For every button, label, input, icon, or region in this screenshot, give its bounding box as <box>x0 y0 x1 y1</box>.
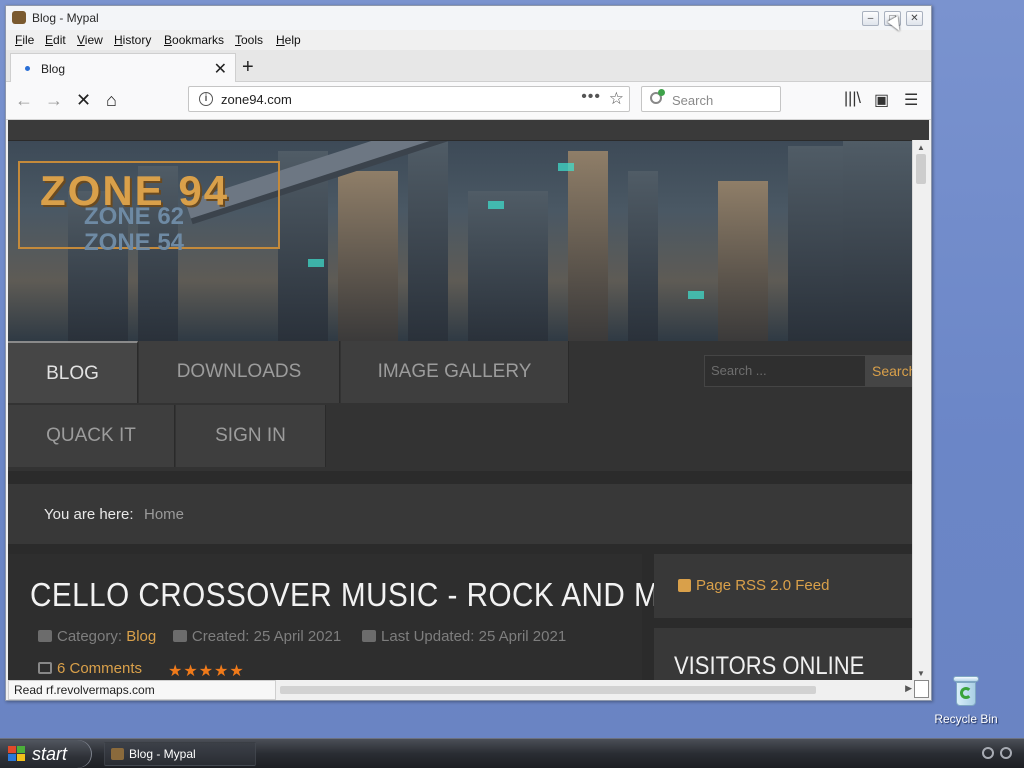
menu-icon[interactable]: ☰ <box>904 90 918 110</box>
search-bar[interactable]: Search <box>641 86 781 112</box>
menu-help[interactable]: Help <box>276 33 301 47</box>
folder-icon <box>38 630 52 642</box>
hscroll-thumb[interactable] <box>280 686 816 694</box>
forward-icon[interactable]: → <box>45 90 63 111</box>
recycle-bin-label: Recycle Bin <box>934 712 998 726</box>
site-search-input[interactable]: Search ... <box>704 355 866 387</box>
menu-bar: File Edit View History Bookmarks Tools H… <box>6 30 931 50</box>
resize-corner <box>914 680 929 698</box>
network-icon[interactable] <box>982 747 994 759</box>
category-label: Category: <box>57 628 123 645</box>
title-bar: Blog - Mypal – □ ✕ <box>6 6 931 30</box>
sidebar-icon[interactable]: ▣ <box>874 90 889 110</box>
back-icon[interactable]: ← <box>15 90 33 111</box>
new-tab-icon[interactable]: + <box>242 56 254 79</box>
url-text[interactable]: zone94.com <box>221 92 292 107</box>
library-icon[interactable]: |||\ <box>844 90 861 108</box>
scroll-down-icon[interactable]: ▼ <box>917 669 925 678</box>
breadcrumb: You are here: Home <box>8 484 912 544</box>
windows-flag-icon <box>8 746 26 762</box>
rss-link[interactable]: Page RSS 2.0 Feed <box>696 577 829 594</box>
updated-date: Last Updated: 25 April 2021 <box>381 628 567 645</box>
page-viewport: ZONE 94 ZONE 62 ZONE 54 BLOG DOWNLOADS I… <box>8 120 929 680</box>
article-meta: Category: Blog Created: 25 April 2021 La… <box>38 628 566 645</box>
header-banner: ZONE 94 ZONE 62 ZONE 54 <box>8 141 912 341</box>
nav-blog[interactable]: BLOG <box>8 341 138 403</box>
calendar-updated-icon <box>362 630 377 642</box>
menu-tools[interactable]: Tools <box>235 33 263 47</box>
navigation-toolbar: ← → ✕ ⌂ i zone94.com ••• ☆ Search |||\ ▣… <box>6 82 931 120</box>
tab-strip: Blog ✕ + <box>6 50 931 82</box>
taskbar-item-mypal[interactable]: Blog - Mypal <box>104 742 256 766</box>
article: CELLO CROSSOVER MUSIC - ROCK AND METAL C… <box>8 554 733 680</box>
menu-file[interactable]: File <box>15 33 34 47</box>
created-date: Created: 25 April 2021 <box>191 628 342 645</box>
info-icon[interactable]: i <box>199 92 213 106</box>
recycle-bin[interactable]: Recycle Bin <box>932 674 1000 726</box>
menu-bookmarks[interactable]: Bookmarks <box>164 33 224 47</box>
tab-blog[interactable]: Blog ✕ <box>10 53 236 82</box>
breadcrumb-label: You are here: <box>44 506 134 523</box>
nav-downloads[interactable]: DOWNLOADS <box>139 341 340 403</box>
minimize-button[interactable]: – <box>862 11 879 26</box>
search-placeholder: Search <box>672 93 714 108</box>
search-engine-icon <box>658 89 665 96</box>
menu-view[interactable]: View <box>77 33 103 47</box>
horizontal-scrollbar[interactable]: ▶ <box>276 683 914 697</box>
nav-sign-in[interactable]: SIGN IN <box>176 405 326 467</box>
logo-sub-54: ZONE 54 <box>84 229 185 256</box>
taskbar: start Blog - Mypal <box>0 738 1024 768</box>
visitors-heading: VISITORS ONLINE <box>674 652 865 680</box>
url-bar[interactable]: i zone94.com ••• ☆ <box>188 86 630 112</box>
site-search-button[interactable]: Search <box>866 355 916 387</box>
category-link[interactable]: Blog <box>126 628 156 645</box>
browser-window: Blog - Mypal – □ ✕ File Edit View Histor… <box>5 5 932 701</box>
window-title: Blog - Mypal <box>32 11 99 25</box>
start-label: start <box>32 744 68 764</box>
home-icon[interactable]: ⌂ <box>106 90 117 111</box>
rating-stars[interactable]: ★★★★★ <box>168 661 245 680</box>
breadcrumb-home[interactable]: Home <box>144 506 184 523</box>
mypal-icon <box>12 11 26 24</box>
recycle-bin-icon[interactable] <box>951 674 981 708</box>
nav-quack-it[interactable]: QUACK IT <box>8 405 175 467</box>
loading-indicator-icon <box>25 66 30 71</box>
rss-module: Page RSS 2.0 Feed <box>654 554 912 618</box>
vertical-scrollbar[interactable]: ▲ ▼ <box>912 140 929 680</box>
logo-sub-62: ZONE 62 <box>84 203 185 230</box>
menu-history[interactable]: History <box>114 33 151 47</box>
start-button[interactable]: start <box>0 740 92 768</box>
status-bar: Read rf.revolvermaps.com ▶ <box>8 680 929 700</box>
tab-close-icon[interactable]: ✕ <box>214 59 227 79</box>
site-navigation: BLOG DOWNLOADS IMAGE GALLERY QUACK IT SI… <box>8 341 916 471</box>
close-button[interactable]: ✕ <box>906 11 923 26</box>
status-text: Read rf.revolvermaps.com <box>8 680 276 700</box>
taskbar-item-label: Blog - Mypal <box>129 747 196 761</box>
bookmark-star-icon[interactable]: ☆ <box>609 89 624 109</box>
calendar-icon <box>172 630 187 642</box>
page-actions-icon[interactable]: ••• <box>581 88 601 106</box>
volume-icon[interactable] <box>1000 747 1012 759</box>
scroll-right-icon[interactable]: ▶ <box>905 683 912 694</box>
comment-icon <box>38 662 52 674</box>
comments-link[interactable]: 6 Comments <box>57 660 142 677</box>
menu-edit[interactable]: Edit <box>45 33 66 47</box>
nav-image-gallery[interactable]: IMAGE GALLERY <box>341 341 569 403</box>
article-title[interactable]: CELLO CROSSOVER MUSIC - ROCK AND METAL <box>30 576 733 614</box>
rss-icon <box>678 579 691 592</box>
scroll-up-icon[interactable]: ▲ <box>917 143 925 152</box>
visitors-module: VISITORS ONLINE <box>654 628 912 680</box>
system-tray <box>976 739 1024 768</box>
page-top-strip <box>8 120 929 140</box>
scroll-thumb[interactable] <box>916 154 926 184</box>
stop-icon[interactable]: ✕ <box>76 90 91 111</box>
mypal-icon <box>111 748 124 760</box>
tab-label: Blog <box>41 62 66 76</box>
comments-row: 6 Comments <box>38 660 142 677</box>
